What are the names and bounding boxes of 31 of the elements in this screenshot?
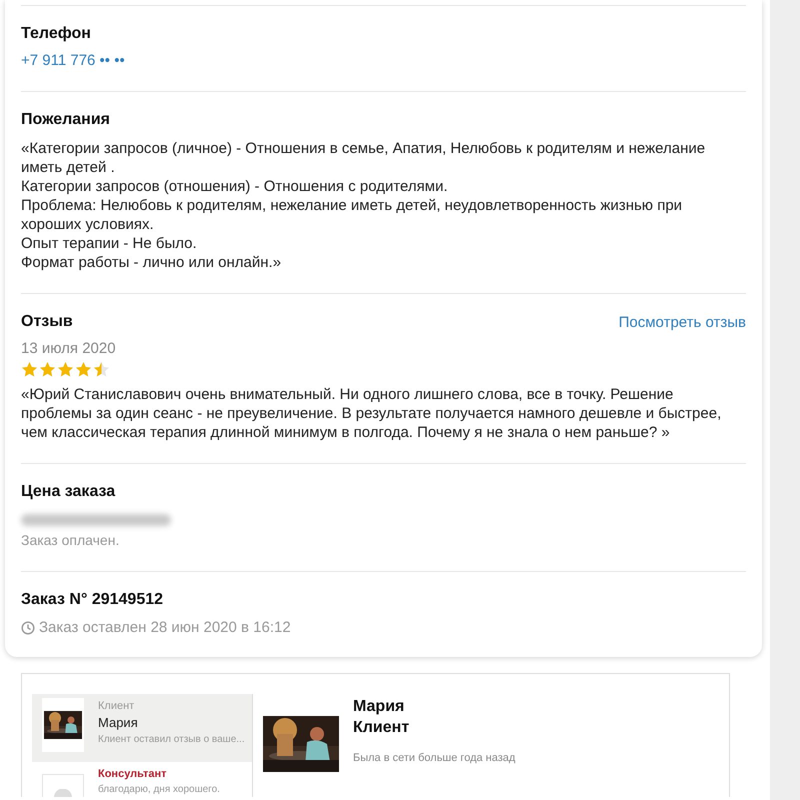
payment-status: Заказ оплачен. [21, 532, 120, 548]
section-title: Пожелания [21, 110, 111, 130]
dialog-preview: Клиент оставил отзыв о ваше... [98, 733, 245, 746]
view-review-link[interactable]: Посмотреть отзыв [618, 314, 746, 330]
wish-text: Опыт терапии - Не было. [21, 234, 198, 253]
star-icon [21, 361, 38, 378]
contact-name: Мария [353, 697, 404, 717]
online-status: Была в сети больше года назад [353, 752, 516, 764]
wish-text: Категории запросов (отношения) - Отношения с родителями. [21, 177, 449, 196]
phone-link[interactable]: +7 911 776 •• •• [21, 52, 125, 69]
section-title: Заказ N° 29149512 [21, 590, 164, 610]
wish-text: «Категории запросов (личное) - Отношения в семье, Апатия, Нелюбовь к родителям и нежелание иметь детей . [21, 139, 706, 177]
half-star-icon [93, 361, 110, 378]
dialog-role: Консультант [98, 768, 168, 780]
review-date: 13 июля 2020 [21, 340, 116, 357]
dialog-role: Клиент [98, 700, 136, 712]
star-icon [39, 361, 56, 378]
wish-text: Проблема: Нелюбовь к родителям, нежелание иметь детей, неудовлетворенность жизнью при хороших условиях. [21, 196, 684, 234]
order-time: Заказ оставлен 28 июн 2020 в 16:12 [39, 619, 291, 636]
wish-text: Формат работы - лично или онлайн.» [21, 253, 282, 272]
star-icon [75, 361, 92, 378]
section-title: Телефон [21, 24, 92, 44]
clock-icon [21, 620, 35, 634]
review-text: «Юрий Станиславович очень внимательный. Ни одного лишнего слова, все в точку. Решение проблемы за один сеанс - не преувеличение. В результате получается намного дешевле и быстрее, чем классическая терапия длинной минимум в полгода. Почему я не знала о нем раньше? » [21, 385, 722, 442]
section-title: Цена заказа [21, 482, 116, 502]
contact-role: Клиент [353, 718, 410, 738]
section-title: Отзыв [21, 312, 73, 332]
star-icon [57, 361, 74, 378]
dialog-name: Мария [98, 715, 139, 730]
dialog-item[interactable]: Клиент Мария Клиент оставил отзыв о ваше... [32, 694, 252, 762]
dialog-preview: благодарю, дня хорошего. [98, 783, 220, 796]
